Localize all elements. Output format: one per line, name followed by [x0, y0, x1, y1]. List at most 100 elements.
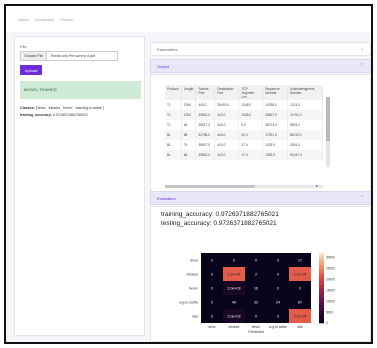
output-label: Output [157, 63, 170, 69]
table-cell: 1348.0 [238, 100, 264, 110]
colorbar-segment [319, 319, 324, 322]
chevron-down-icon: ⌄ [359, 46, 364, 52]
nav-predict[interactable]: Predict [60, 17, 72, 22]
table-cell: BL [165, 130, 182, 140]
table-cell: 14788.0 [262, 100, 289, 110]
table-cell: 443.0 [214, 150, 240, 160]
table-cell: 1025.0 [262, 140, 289, 150]
table-header-cell[interactable]: Source Port [195, 85, 216, 100]
table-row: BL 68 52758.0 443.0 22.0 17291.0 86722.0 [165, 130, 323, 140]
nav-home[interactable]: Home [18, 17, 29, 22]
table-cell: 1213.0 [287, 100, 323, 110]
colorbar-tick-label: 25000 [326, 267, 335, 271]
colorbar-segment [319, 321, 324, 324]
parameters-accordion[interactable]: Parameters ⌄ [150, 42, 371, 56]
horizontal-scrollbar-thumb[interactable] [165, 185, 255, 188]
heatmap-cell-label: 0 [211, 301, 213, 305]
heatmap-x-tick-label: w.g.to settle [269, 325, 287, 329]
confusion-matrix-heatmap: 2 0 0 0 17 0 2.2e+04 2 0 2.2e+04 0 2.0e+03 16 0 0 0 40 32… [179, 253, 335, 334]
table-cell: TL [165, 110, 182, 120]
vertical-scrollbar-thumb[interactable] [326, 97, 330, 141]
table-cell: 17.0 [238, 140, 264, 150]
colorbar-segment [319, 267, 324, 270]
heatmap-cell-label: 2 [211, 259, 213, 263]
table-cell: 28607.0 [262, 110, 289, 120]
colorbar-segment [319, 295, 324, 298]
table-cell: 2091.0 [287, 140, 323, 150]
table-cell: 52758.0 [195, 130, 216, 140]
colorbar-segment [319, 254, 324, 257]
table-header-cell[interactable]: Sequence Number [262, 85, 289, 100]
heatmap-cell-label: 2.0e+03 [227, 315, 240, 319]
heatmap-cell-label: 0 [277, 315, 279, 319]
table-row: TL 54 39817.0 443.0 0.0 48713.0 8903.0 [165, 120, 323, 130]
colorbar-segment [319, 282, 324, 285]
training-accuracy-line: training_accuracy: 0.9726371882765021 [161, 211, 279, 218]
colorbar-segment [319, 310, 324, 313]
table-header-cell[interactable]: Acknowledgment Number [287, 85, 323, 100]
heatmap-x-tick-label: drive [208, 325, 215, 329]
table-cell: 1083.0 [262, 150, 289, 160]
training-accuracy-label: training_accuracy: [20, 113, 52, 117]
heatmap-cell-label: 0 [211, 315, 213, 319]
table-cell: 17291.0 [262, 130, 289, 140]
table-cell: 443.0 [195, 100, 216, 110]
colorbar-segment [319, 300, 324, 303]
file-title: File [20, 44, 27, 49]
heatmap-cell-label: 0 [299, 287, 301, 291]
app-window: Home Dashboard Predict File Choose File … [4, 4, 373, 344]
colorbar-segment [319, 293, 324, 296]
table-cell: 68 [181, 130, 197, 140]
file-input[interactable]: Choose File Thesis and Pre survey d.pdf [20, 51, 118, 61]
heatmap-cell-label: 2 [255, 273, 257, 277]
table-cell: 86722.0 [287, 130, 323, 140]
heatmap-cell-label: 0 [277, 273, 279, 277]
table-row: BL 74 39817.0 443.0 17.0 1025.0 2091.0 [165, 140, 323, 150]
model-trained-alert: MODEL TRAINED [20, 81, 141, 99]
colorbar-tick-label: 15000 [326, 288, 335, 292]
scroll-right-icon[interactable]: ▸ [316, 183, 318, 188]
table-cell: 74 [181, 140, 197, 150]
colorbar-segment [319, 305, 324, 308]
table-header-cell[interactable]: Protocol [165, 85, 182, 100]
data-table-wrapper[interactable]: Protocol Length Source Port Destination Por… [165, 85, 323, 183]
training-accuracy-value: 0.9726371882765021 [52, 113, 88, 117]
table-cell: 51047.0 [287, 150, 323, 160]
colorbar-tick-label: 20000 [326, 277, 335, 281]
table-header-cell[interactable]: Length [181, 85, 197, 100]
heatmap-cell-label: 0 [211, 287, 213, 291]
colorbar-segment [319, 277, 324, 280]
heatmap-cell-label: 0 [255, 259, 257, 263]
heatmap-y-tick-label: drive [190, 259, 198, 263]
heatmap-cell-label: 24 [276, 301, 280, 305]
table-cell: 39815.0 [195, 110, 216, 120]
nav-dashboard[interactable]: Dashboard [35, 17, 55, 22]
table-row: TL 1394 443.0 39419.0 1348.0 14788.0 1213.0 [165, 100, 323, 110]
heatmap-cell-label: 0 [233, 259, 235, 263]
colorbar-segment [319, 275, 324, 278]
table-cell: 8903.0 [287, 120, 323, 130]
table-cell: 443.0 [214, 140, 240, 150]
choose-file-button[interactable]: Choose File [21, 52, 48, 60]
colorbar-tick-label: 10000 [326, 299, 335, 303]
table-cell: 1394 [181, 110, 197, 120]
table-cell: BL [165, 150, 182, 160]
heatmap-cell-label: 87 [298, 301, 302, 305]
table-header-cell[interactable]: Destination Port [214, 85, 240, 100]
table-cell: 17.0 [238, 150, 264, 160]
output-accordion[interactable]: Output ⌃ [150, 59, 371, 73]
colorbar-tick-label: 0 [326, 321, 328, 325]
table-cell: 54 [181, 120, 197, 130]
heatmap-cell-label: 2.2e+04 [227, 273, 240, 277]
colorbar-segment [319, 261, 324, 264]
upload-button[interactable]: Upload [20, 65, 42, 75]
table-header-cell[interactable]: TCP Segment Len [238, 85, 264, 100]
colorbar-segment [319, 298, 324, 301]
horizontal-scrollbar[interactable] [165, 185, 323, 188]
training-accuracy-text: training_accuracy: 0.9726371882765021 [20, 113, 88, 117]
vertical-scrollbar[interactable] [326, 97, 330, 167]
evaluation-accordion[interactable]: Evaluation ⌃ [150, 191, 371, 205]
colorbar-segment [319, 270, 324, 273]
table-cell: 1348.0 [238, 110, 264, 120]
heatmap-cell-label: 0 [211, 273, 213, 277]
